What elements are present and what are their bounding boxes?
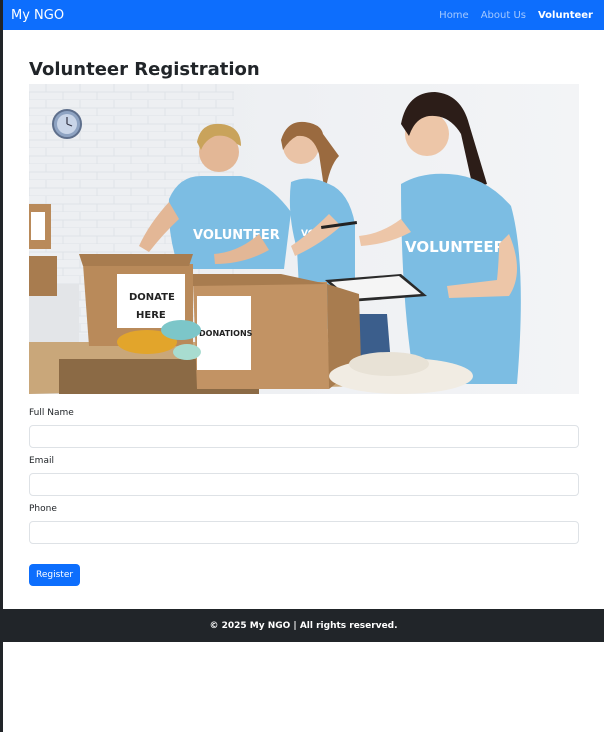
field-email: Email <box>29 456 579 496</box>
hero-image: VOLUNTEER VOL VOLUNTEER DONATE <box>29 84 579 394</box>
email-label: Email <box>29 456 54 466</box>
navbar-brand[interactable]: My NGO <box>11 8 64 23</box>
volunteer-form: Full Name Email Phone Register <box>29 408 579 586</box>
footer: © 2025 My NGO | All rights reserved. <box>3 609 604 642</box>
main-content: Volunteer Registration VOLUNTEER VOLUNTE… <box>29 58 579 586</box>
navbar: My NGO Home About Us Volunteer <box>3 0 604 30</box>
email-input[interactable] <box>29 473 579 496</box>
page: My NGO Home About Us Volunteer Volunteer… <box>0 0 604 732</box>
full-name-label: Full Name <box>29 408 74 418</box>
nav-link-about-us[interactable]: About Us <box>481 10 526 21</box>
phone-input[interactable] <box>29 521 579 544</box>
register-button[interactable]: Register <box>29 564 81 586</box>
full-name-input[interactable] <box>29 425 579 448</box>
page-title: Volunteer Registration <box>29 59 260 80</box>
donate-text: DONATE <box>129 292 175 303</box>
shirt-text-1: VOLUNTEER <box>193 228 280 243</box>
phone-label: Phone <box>29 504 57 514</box>
footer-text: © 2025 My NGO | All rights reserved. <box>209 620 398 631</box>
nav-links: Home About Us Volunteer <box>439 10 593 21</box>
nav-link-home[interactable]: Home <box>439 10 469 21</box>
field-full-name: Full Name <box>29 408 579 448</box>
shirt-text-3: VOLUNTEER <box>405 238 506 256</box>
field-phone: Phone <box>29 504 579 544</box>
here-text: HERE <box>136 310 166 321</box>
back-box-2 <box>29 256 57 296</box>
donations-text: DONATIONS <box>199 329 253 338</box>
nav-link-volunteer[interactable]: Volunteer <box>538 10 593 21</box>
clothes-teal <box>161 320 201 340</box>
